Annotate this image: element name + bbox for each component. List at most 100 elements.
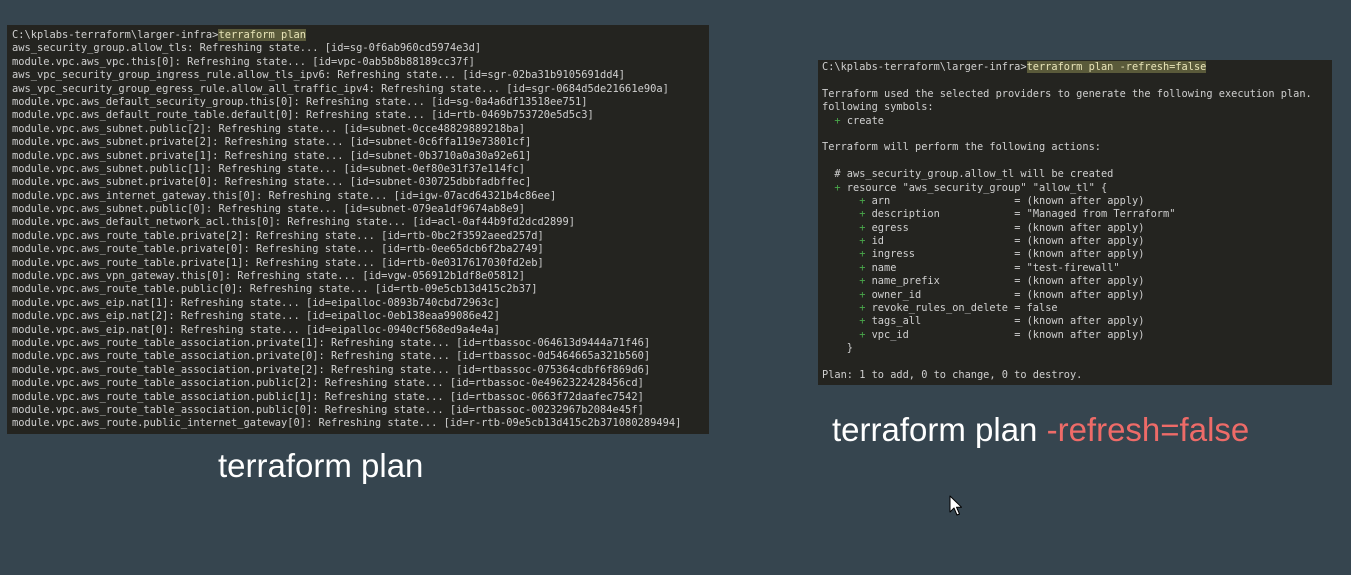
attribute-value: false [1026,302,1058,315]
attribute-line: + description = "Managed from Terraform" [859,208,1176,221]
output-line: module.vpc.aws_subnet.public[1]: Refresh… [12,162,525,175]
mouse-cursor-icon [949,495,962,516]
caption-main: terraform plan [832,411,1047,448]
plus-symbol: + [859,261,866,274]
output-line: aws_security_group.allow_tls: Refreshing… [12,42,482,55]
attribute-name: revoke_rules_on_delete [871,302,1008,315]
resource-decl-text: resource "aws_security_group" "allow_tl"… [840,181,1108,194]
plus-symbol: + [859,235,866,248]
attribute-line: + ingress = (known after apply) [859,248,1145,261]
output-line: module.vpc.aws_subnet.public[2]: Refresh… [12,122,525,135]
plus-symbol: + [859,248,866,261]
attribute-line: + revoke_rules_on_delete = false [859,302,1058,315]
resource-declaration: + resource "aws_security_group" "allow_t… [822,182,1328,195]
attribute-value: "test-firewall" [1026,261,1120,274]
attribute-value: "Managed from Terraform" [1026,208,1176,221]
output-line: aws_vpc_security_group_egress_rule.allow… [12,82,669,95]
output-line: module.vpc.aws_internet_gateway.this[0]:… [12,189,557,202]
symbol-label: create [846,114,885,127]
output-lines: aws_security_group.allow_tls: Refreshing… [12,42,704,430]
output-line: module.vpc.aws_route_table.private[0]: R… [12,243,544,256]
output-line: module.vpc.aws_route_table_association.p… [12,403,644,416]
terminal-window-right: C:\kplabs-terraform\larger-infra>terrafo… [818,60,1332,385]
output-line: module.vpc.aws_subnet.private[0]: Refres… [12,176,532,189]
output-line: module.vpc.aws_subnet.public[0]: Refresh… [12,203,525,216]
attribute-line: + owner_id = (known after apply) [859,288,1145,301]
attribute-name: name_prefix [871,275,940,288]
attribute-name: ingress [871,248,916,261]
caption-terraform-plan: terraform plan [218,447,424,484]
plus-symbol: + [859,275,866,288]
attribute-value: (known after apply) [1026,288,1145,301]
intro-line: Terraform used the selected providers to… [822,87,1312,100]
attribute-value: (known after apply) [1026,315,1145,328]
resource-comment: # aws_security_group.allow_tl will be cr… [822,168,1114,181]
command-text: terraform plan -refresh=false [1026,61,1207,73]
attribute-name: description [871,208,940,221]
attribute-value: (known after apply) [1026,275,1145,288]
plus-symbol: + [859,302,866,315]
attribute-value: (known after apply) [1026,235,1145,248]
attribute-line: + name_prefix = (known after apply) [859,275,1145,288]
output-line: module.vpc.aws_eip.nat[1]: Refreshing st… [12,296,500,309]
attribute-name: id [871,235,885,248]
attribute-line: + id = (known after apply) [859,235,1145,248]
output-line: module.vpc.aws_default_route_table.defau… [12,109,594,122]
plus-symbol: + [859,288,866,301]
output-line: module.vpc.aws_route_table.private[2]: R… [12,229,544,242]
attribute-name: name [871,261,897,274]
caption-flag: -refresh=false [1046,411,1250,448]
attribute-line: + egress = (known after apply) [859,221,1145,234]
plus-symbol: + [859,221,866,234]
output-line: module.vpc.aws_route_table_association.p… [12,390,644,403]
attribute-value: (known after apply) [1026,194,1145,207]
prompt-path: C:\kplabs-terraform\larger-infra> [822,61,1027,73]
prompt-path: C:\kplabs-terraform\larger-infra> [12,29,219,41]
output-line: module.vpc.aws_default_security_group.th… [12,95,588,108]
attribute-name: tags_all [871,315,922,328]
output-line: module.vpc.aws_eip.nat[0]: Refreshing st… [12,323,500,336]
attribute-value: (known after apply) [1026,221,1145,234]
attribute-name: owner_id [871,288,922,301]
plus-symbol: + [859,208,866,221]
output-line: module.vpc.aws_subnet.private[1]: Refres… [12,149,532,162]
output-line: module.vpc.aws_route.public_internet_gat… [12,417,682,430]
symbol-line: + create [822,115,1328,128]
attribute-line: + vpc_id = (known after apply) [859,328,1145,341]
prompt-line: C:\kplabs-terraform\larger-infra>terrafo… [822,61,1328,74]
attribute-line: + name = "test-firewall" [859,261,1120,274]
attribute-name: egress [871,221,909,234]
plus-symbol: + [859,194,866,207]
caption-terraform-plan-refresh-false: terraform plan -refresh=false [832,411,1249,449]
output-line: module.vpc.aws_route_table_association.p… [12,377,644,390]
output-line: module.vpc.aws_subnet.private[2]: Refres… [12,136,532,149]
plus-symbol: + [859,315,866,328]
prompt-line: C:\kplabs-terraform\larger-infra>terrafo… [12,29,704,42]
plan-summary: Plan: 1 to add, 0 to change, 0 to destro… [822,368,1083,381]
attribute-name: arn [871,194,891,207]
output-line: aws_vpc_security_group_ingress_rule.allo… [12,69,626,82]
command-text: terraform plan [218,29,307,41]
output-line: module.vpc.aws_route_table_association.p… [12,350,651,363]
output-line: module.vpc.aws_eip.nat[2]: Refreshing st… [12,310,500,323]
plus-symbol: + [859,328,866,341]
output-line: module.vpc.aws_route_table.public[0]: Re… [12,283,538,296]
output-line: module.vpc.aws_default_network_acl.this[… [12,216,576,229]
output-line: module.vpc.aws_route_table.private[1]: R… [12,256,544,269]
intro-line: following symbols: [822,101,934,114]
attribute-line: + tags_all = (known after apply) [859,315,1145,328]
closing-brace: } [822,342,853,355]
output-line: module.vpc.aws_route_table_association.p… [12,336,651,349]
attribute-value: (known after apply) [1026,328,1145,341]
attribute-name: vpc_id [871,328,909,341]
output-line: module.vpc.aws_vpn_gateway.this[0]: Refr… [12,270,525,283]
resource-attributes: + arn = (known after apply) + descriptio… [822,195,1328,342]
attribute-value: (known after apply) [1026,248,1145,261]
attribute-line: + arn = (known after apply) [859,194,1145,207]
terminal-window-left: C:\kplabs-terraform\larger-infra>terrafo… [7,25,709,434]
plus-symbol: + [834,114,841,127]
